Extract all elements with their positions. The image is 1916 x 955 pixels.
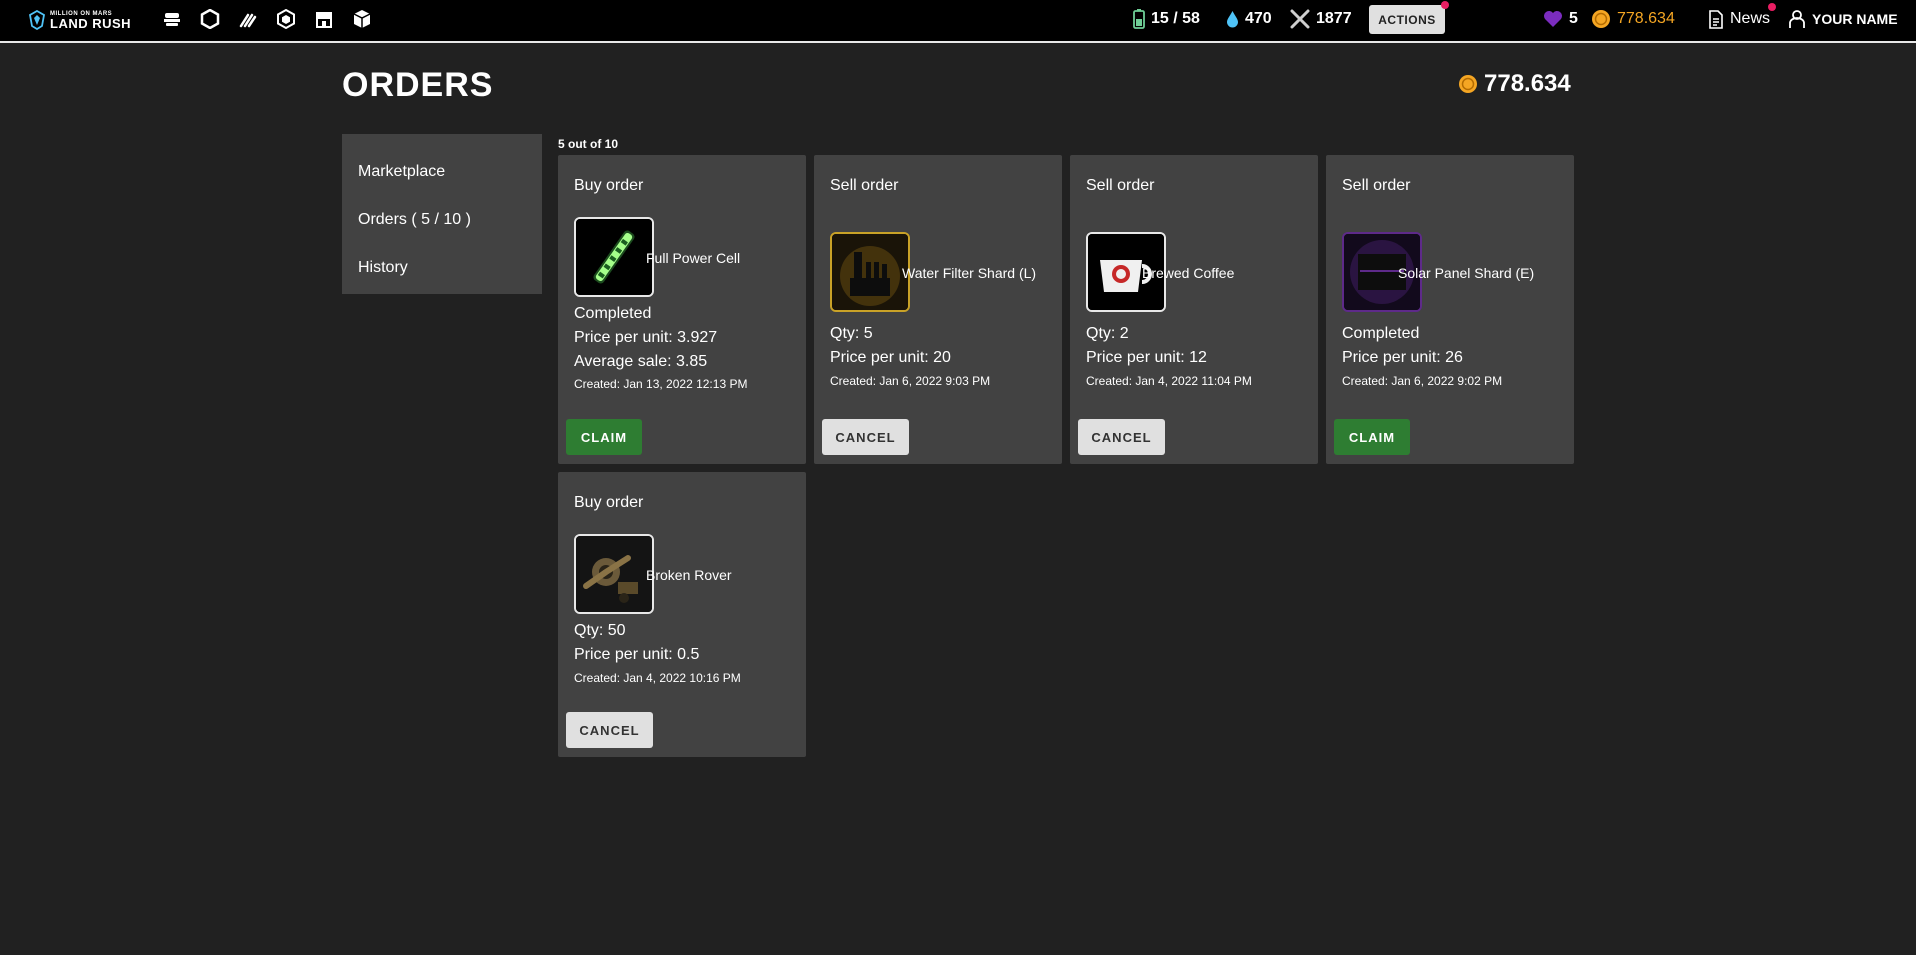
coin-icon (1459, 75, 1477, 93)
order-card: Sell order Solar Panel Shard (E) Complet… (1326, 155, 1574, 464)
app-logo[interactable]: MILLION ON MARS LAND RUSH (28, 9, 131, 31)
nav-icons (162, 9, 372, 29)
actions-notification-dot (1441, 1, 1449, 9)
hexagon-nav-icon[interactable] (200, 9, 220, 29)
item-name: Broken Rover (646, 567, 732, 583)
item-name: Brewed Coffee (1142, 265, 1235, 281)
water-value: 470 (1245, 10, 1272, 27)
hearts-value: 5 (1569, 10, 1578, 27)
power-cell-icon (574, 217, 654, 297)
coins-value: 778.634 (1617, 10, 1675, 27)
logo-big-text: LAND RUSH (50, 15, 132, 31)
order-type: Buy order (574, 177, 644, 194)
balance-value: 778.634 (1484, 70, 1571, 97)
order-quantity: Qty: 5 (830, 325, 873, 342)
user-name: YOUR NAME (1812, 11, 1898, 27)
order-card: Sell order Water Filter Shard (L) Qty: 5… (814, 155, 1062, 464)
claim-button[interactable]: CLAIM (566, 419, 642, 455)
page-balance: 778.634 (1458, 70, 1571, 98)
user-menu[interactable]: YOUR NAME (1788, 8, 1898, 30)
order-type: Sell order (830, 177, 899, 194)
order-card: Sell order Brewed Coffee Qty: 2 Price pe… (1070, 155, 1318, 464)
order-created: Created: Jan 4, 2022 11:04 PM (1086, 374, 1252, 388)
broken-rover-icon (574, 534, 654, 614)
order-price: Price per unit: 20 (830, 349, 951, 366)
coins-stat[interactable]: 778.634 (1591, 8, 1675, 30)
order-average: Average sale: 3.85 (574, 353, 708, 370)
order-card: Buy order Full Power Cell Completed Pric… (558, 155, 806, 464)
orders-count: 5 out of 10 (558, 137, 619, 151)
order-quantity: Qty: 50 (574, 622, 626, 639)
order-created: Created: Jan 6, 2022 9:03 PM (830, 374, 991, 388)
sidebar-item-orders[interactable]: Orders ( 5 / 10 ) (342, 196, 542, 244)
order-price: Price per unit: 0.5 (574, 646, 700, 663)
order-quantity: Qty: 2 (1086, 325, 1129, 342)
sidebar-item-marketplace[interactable]: Marketplace (342, 148, 542, 196)
water-filter-icon (830, 232, 910, 312)
order-type: Buy order (574, 494, 644, 511)
battery-icon (1133, 9, 1145, 29)
cancel-button[interactable]: CANCEL (566, 712, 653, 748)
claim-button[interactable]: CLAIM (1334, 419, 1410, 455)
cancel-button[interactable]: CANCEL (1078, 419, 1165, 455)
user-icon (1789, 10, 1805, 28)
rover-nav-icon[interactable] (162, 9, 182, 29)
document-icon (1709, 9, 1723, 29)
order-type: Sell order (1342, 177, 1411, 194)
cube-nav-icon[interactable] (276, 9, 296, 29)
water-stat: 470 (1226, 8, 1272, 30)
sidebar-menu: Marketplace Orders ( 5 / 10 ) History (342, 134, 542, 294)
water-drop-icon (1227, 11, 1238, 28)
mining-nav-icon[interactable] (238, 9, 258, 29)
store-nav-icon[interactable] (314, 9, 334, 29)
news-link[interactable]: News (1708, 8, 1770, 30)
coin-icon (1592, 10, 1610, 28)
logo-emblem-icon (29, 10, 45, 30)
order-price: Price per unit: 12 (1086, 349, 1207, 366)
order-status: Completed (1342, 325, 1420, 342)
tools-stat: 1877 (1290, 8, 1352, 30)
heart-icon (1544, 11, 1562, 27)
hearts-stat[interactable]: 5 (1543, 8, 1578, 30)
energy-stat: 15 / 58 (1133, 8, 1200, 30)
page-title: ORDERS (342, 66, 494, 104)
actions-label: ACTIONS (1378, 12, 1436, 27)
order-status: Completed (574, 305, 652, 322)
item-name: Full Power Cell (646, 250, 741, 266)
news-notification-dot (1768, 3, 1776, 11)
energy-value: 15 / 58 (1151, 10, 1200, 27)
order-card: Buy order Broken Rover Qty: 50 Price per… (558, 472, 806, 757)
order-created: Created: Jan 13, 2022 12:13 PM (574, 377, 748, 391)
order-created: Created: Jan 4, 2022 10:16 PM (574, 671, 741, 685)
sidebar-item-history[interactable]: History (342, 244, 542, 292)
cancel-button[interactable]: CANCEL (822, 419, 909, 455)
item-name: Solar Panel Shard (E) (1398, 265, 1535, 281)
news-label: News (1730, 10, 1771, 27)
box-nav-icon[interactable] (352, 9, 372, 29)
order-created: Created: Jan 6, 2022 9:02 PM (1342, 374, 1503, 388)
top-bar: MILLION ON MARS LAND RUSH 15 / 58 470 18… (0, 0, 1916, 43)
order-type: Sell order (1086, 177, 1155, 194)
tools-value: 1877 (1316, 10, 1352, 27)
order-price: Price per unit: 3.927 (574, 329, 718, 346)
crossed-tools-icon (1290, 9, 1310, 29)
actions-button[interactable]: ACTIONS (1369, 5, 1445, 34)
item-name: Water Filter Shard (L) (902, 265, 1037, 281)
order-price: Price per unit: 26 (1342, 349, 1463, 366)
